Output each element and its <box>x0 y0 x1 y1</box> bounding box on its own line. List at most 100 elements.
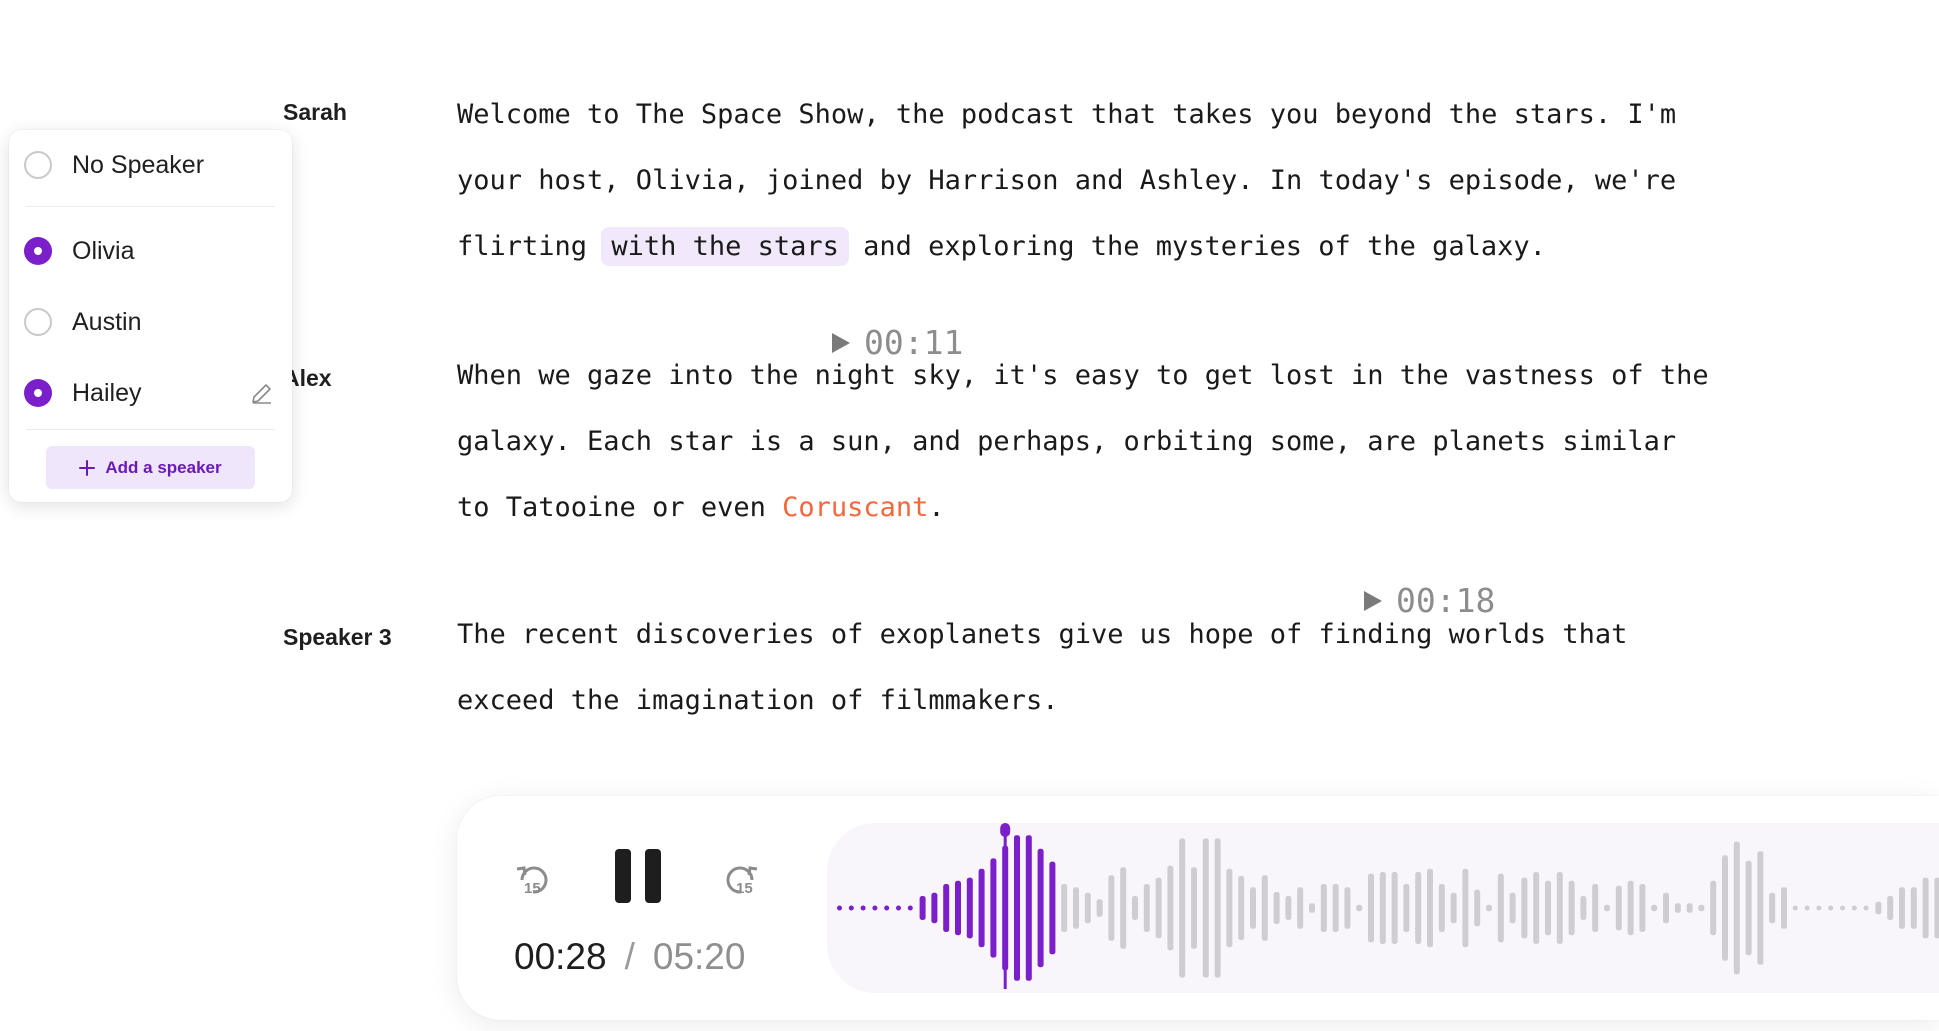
waveform-bar[interactable] <box>1132 896 1138 920</box>
waveform-bar[interactable] <box>931 892 938 924</box>
waveform-bar[interactable] <box>1320 884 1327 932</box>
waveform-bar[interactable] <box>1309 903 1315 913</box>
waveform-bar[interactable] <box>1686 903 1693 913</box>
radio-button[interactable] <box>24 151 52 179</box>
transcript-text[interactable]: Welcome to The Space Show, the podcast t… <box>457 99 1676 130</box>
waveform-bar[interactable] <box>907 905 913 911</box>
waveform-bar[interactable] <box>1674 903 1681 913</box>
waveform-bar[interactable] <box>1792 905 1798 911</box>
waveform-bar[interactable] <box>1191 867 1197 949</box>
waveform-bar[interactable] <box>966 877 973 939</box>
waveform-bar[interactable] <box>1368 873 1374 943</box>
waveform-bar[interactable] <box>1391 872 1398 944</box>
transcript-line[interactable]: to Tatooine or even Coruscant. <box>457 475 1787 541</box>
waveform-bar[interactable] <box>1497 873 1504 943</box>
radio-button[interactable] <box>24 308 52 336</box>
transcript-line[interactable]: galaxy. Each star is a sun, and perhaps,… <box>457 409 1787 475</box>
waveform-bar[interactable] <box>1840 905 1845 911</box>
speaker-option-hailey[interactable]: Hailey <box>22 368 279 418</box>
transcript-text[interactable]: to Tatooine or even <box>457 492 782 523</box>
waveform-bar[interactable] <box>1427 868 1433 948</box>
add-speaker-button[interactable]: Add a speaker <box>46 446 255 489</box>
waveform-bar[interactable] <box>1804 905 1810 911</box>
speaker-option-no-speaker[interactable]: No Speaker <box>22 140 279 190</box>
waveform-bar[interactable] <box>1568 880 1575 936</box>
waveform-bar[interactable] <box>1580 896 1587 920</box>
waveform-bar[interactable] <box>1922 877 1929 939</box>
waveform-bar[interactable] <box>1722 855 1728 961</box>
waveform-bar[interactable] <box>978 868 985 948</box>
waveform-bar[interactable] <box>872 905 878 911</box>
transcript-text[interactable]: The recent discoveries of exoplanets giv… <box>457 619 1627 650</box>
waveform-bar[interactable] <box>1403 884 1410 932</box>
waveform-bar[interactable] <box>848 905 854 911</box>
waveform-bar[interactable] <box>1663 892 1669 924</box>
waveform-bar[interactable] <box>1143 884 1150 932</box>
waveform-bar[interactable] <box>1214 838 1221 978</box>
waveform-bar[interactable] <box>1273 892 1280 924</box>
transcript-line[interactable]: Welcome to The Space Show, the podcast t… <box>457 82 1787 148</box>
waveform-bar[interactable] <box>1202 838 1209 978</box>
playhead-handle[interactable] <box>1000 823 1011 837</box>
waveform-bar[interactable] <box>1438 884 1445 932</box>
waveform-bar[interactable] <box>1167 865 1174 951</box>
waveform-bar[interactable] <box>1816 905 1822 911</box>
waveform-bar[interactable] <box>1014 835 1020 981</box>
waveform-bar[interactable] <box>1037 848 1044 968</box>
waveform-bar[interactable] <box>1828 905 1834 911</box>
waveform-bar[interactable] <box>1627 880 1634 936</box>
waveform-bar[interactable] <box>837 905 842 911</box>
waveform-bar[interactable] <box>1910 887 1917 929</box>
transcript-line[interactable]: your host, Olivia, joined by Harrison an… <box>457 148 1787 214</box>
waveform-bar[interactable] <box>1096 899 1103 917</box>
radio-button-selected[interactable] <box>24 237 52 265</box>
speaker-option-olivia[interactable]: Olivia <box>22 226 279 276</box>
transcript-line[interactable]: flirting with the stars and exploring th… <box>457 214 1787 280</box>
waveform-bar[interactable] <box>1332 884 1339 932</box>
waveform-bar[interactable] <box>1084 892 1091 924</box>
waveform-bar[interactable] <box>1261 875 1268 941</box>
waveform-bar[interactable] <box>1934 877 1939 939</box>
waveform-bar[interactable] <box>1250 887 1256 929</box>
waveform[interactable] <box>827 823 1939 993</box>
waveform-bar[interactable] <box>1073 887 1079 929</box>
transcript-line[interactable]: The recent discoveries of exoplanets giv… <box>457 602 1787 668</box>
waveform-bar[interactable] <box>1887 896 1894 920</box>
waveform-bar[interactable] <box>1226 868 1233 948</box>
waveform-bar[interactable] <box>1486 904 1492 912</box>
waveform-bar[interactable] <box>1238 876 1245 940</box>
highlighted-phrase[interactable]: with the stars <box>601 227 849 266</box>
waveform-bar[interactable] <box>990 858 997 958</box>
waveform-bar[interactable] <box>1745 860 1752 956</box>
waveform-bar[interactable] <box>1545 880 1551 936</box>
transcript-line[interactable]: exceed the imagination of filmmakers. <box>457 668 1787 734</box>
transcript-text[interactable]: When we gaze into the night sky, it's ea… <box>457 360 1709 391</box>
transcript-line[interactable]: When we gaze into the night sky, it's ea… <box>457 343 1787 409</box>
waveform-bar[interactable] <box>1415 872 1422 944</box>
transcript-paragraph[interactable]: Welcome to The Space Show, the podcast t… <box>457 82 1787 280</box>
waveform-bar[interactable] <box>955 880 961 936</box>
speaker-label-sarah[interactable]: Sarah <box>283 99 347 126</box>
waveform-bar[interactable] <box>1285 896 1292 920</box>
waveform-bar[interactable] <box>1556 872 1563 944</box>
waveform-bar[interactable] <box>1604 904 1610 912</box>
waveform-bar[interactable] <box>1639 884 1646 932</box>
waveform-bar[interactable] <box>1769 892 1776 924</box>
waveform-bar[interactable] <box>1356 904 1363 912</box>
waveform-bar[interactable] <box>1462 868 1469 948</box>
waveform-bar[interactable] <box>1521 877 1528 939</box>
waveform-bar[interactable] <box>1344 887 1351 929</box>
waveform-bar[interactable] <box>1651 904 1658 912</box>
waveform-bar[interactable] <box>919 896 926 920</box>
waveform-bar[interactable] <box>1733 841 1740 975</box>
waveform-bar[interactable] <box>1120 867 1127 949</box>
waveform-bar[interactable] <box>1851 905 1857 911</box>
waveform-bar[interactable] <box>884 905 890 911</box>
transcript-paragraph[interactable]: When we gaze into the night sky, it's ea… <box>457 343 1787 541</box>
waveform-bar[interactable] <box>1592 884 1599 932</box>
waveform-bar[interactable] <box>943 884 950 932</box>
transcript-text[interactable]: galaxy. Each star is a sun, and perhaps,… <box>457 426 1676 457</box>
waveform-bar[interactable] <box>1875 901 1882 915</box>
transcript-text[interactable]: your host, Olivia, joined by Harrison an… <box>457 165 1676 196</box>
waveform-bar[interactable] <box>1533 872 1540 944</box>
